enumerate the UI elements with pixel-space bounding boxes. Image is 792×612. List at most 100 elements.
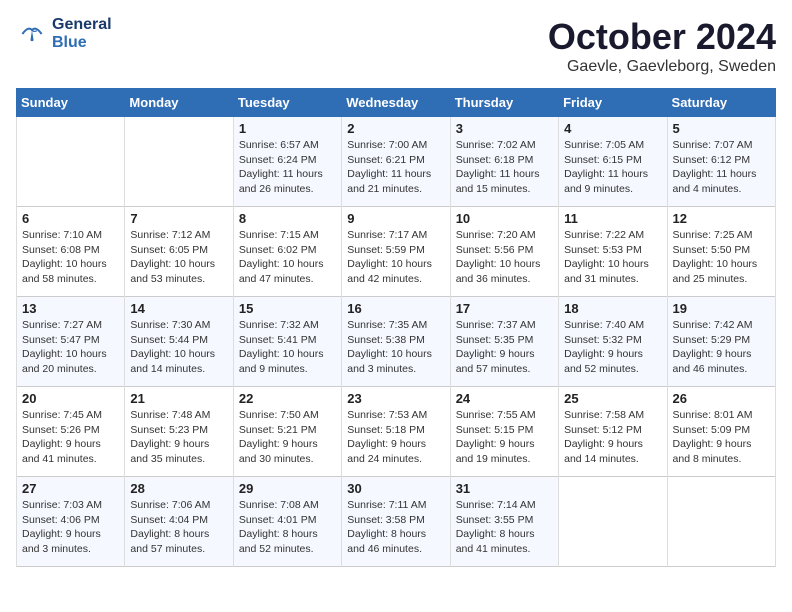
calendar-cell: 7 Sunrise: 7:12 AM Sunset: 6:05 PM Daylig… <box>125 207 233 297</box>
day-number: 25 <box>564 391 661 406</box>
day-info: Sunrise: 7:32 AM Sunset: 5:41 PM Dayligh… <box>239 318 336 377</box>
day-number: 8 <box>239 211 336 226</box>
day-info: Sunrise: 7:10 AM Sunset: 6:08 PM Dayligh… <box>22 228 119 287</box>
day-number: 24 <box>456 391 553 406</box>
calendar-week-row: 20 Sunrise: 7:45 AM Sunset: 5:26 PM Dayli… <box>17 387 776 477</box>
day-number: 29 <box>239 481 336 496</box>
day-info: Sunrise: 7:14 AM Sunset: 3:55 PM Dayligh… <box>456 498 553 557</box>
calendar-cell <box>17 117 125 207</box>
calendar-cell: 27Sunrise: 7:03 AM Sunset: 4:06 PM Dayli… <box>17 477 125 567</box>
day-info: Sunrise: 7:37 AM Sunset: 5:35 PM Dayligh… <box>456 318 553 377</box>
day-info: Sunrise: 7:11 AM Sunset: 3:58 PM Dayligh… <box>347 498 444 557</box>
day-number: 18 <box>564 301 661 316</box>
calendar-cell: 8 Sunrise: 7:15 AM Sunset: 6:02 PM Daylig… <box>233 207 341 297</box>
day-number: 7 <box>130 211 227 226</box>
weekday-header: Friday <box>559 89 667 117</box>
calendar-cell: 12 Sunrise: 7:25 AM Sunset: 5:50 PM Dayli… <box>667 207 775 297</box>
day-info: Sunrise: 8:01 AM Sunset: 5:09 PM Dayligh… <box>673 408 770 467</box>
calendar-table: SundayMondayTuesdayWednesdayThursdayFrid… <box>16 88 776 567</box>
day-number: 22 <box>239 391 336 406</box>
day-number: 12 <box>673 211 770 226</box>
day-number: 5 <box>673 121 770 136</box>
calendar-cell: 10Sunrise: 7:20 AM Sunset: 5:56 PM Dayli… <box>450 207 558 297</box>
day-info: Sunrise: 7:40 AM Sunset: 5:32 PM Dayligh… <box>564 318 661 377</box>
day-info: Sunrise: 7:35 AM Sunset: 5:38 PM Dayligh… <box>347 318 444 377</box>
logo-icon <box>16 18 48 50</box>
day-info: Sunrise: 7:22 AM Sunset: 5:53 PM Dayligh… <box>564 228 661 287</box>
day-info: Sunrise: 7:03 AM Sunset: 4:06 PM Dayligh… <box>22 498 119 557</box>
calendar-cell: 15 Sunrise: 7:32 AM Sunset: 5:41 PM Dayli… <box>233 297 341 387</box>
day-info: Sunrise: 7:05 AM Sunset: 6:15 PM Dayligh… <box>564 138 661 197</box>
day-info: Sunrise: 7:53 AM Sunset: 5:18 PM Dayligh… <box>347 408 444 467</box>
calendar-cell: 29 Sunrise: 7:08 AM Sunset: 4:01 PM Dayli… <box>233 477 341 567</box>
day-number: 2 <box>347 121 444 136</box>
day-number: 1 <box>239 121 336 136</box>
day-info: Sunrise: 6:57 AM Sunset: 6:24 PM Dayligh… <box>239 138 336 197</box>
day-info: Sunrise: 7:27 AM Sunset: 5:47 PM Dayligh… <box>22 318 119 377</box>
calendar-cell: 1 Sunrise: 6:57 AM Sunset: 6:24 PM Daylig… <box>233 117 341 207</box>
calendar-cell: 17 Sunrise: 7:37 AM Sunset: 5:35 PM Dayli… <box>450 297 558 387</box>
weekday-header: Wednesday <box>342 89 450 117</box>
calendar-cell: 9Sunrise: 7:17 AM Sunset: 5:59 PM Daylig… <box>342 207 450 297</box>
calendar-cell: 25 Sunrise: 7:58 AM Sunset: 5:12 PM Dayli… <box>559 387 667 477</box>
day-info: Sunrise: 7:30 AM Sunset: 5:44 PM Dayligh… <box>130 318 227 377</box>
weekday-header: Thursday <box>450 89 558 117</box>
calendar-cell: 5 Sunrise: 7:07 AM Sunset: 6:12 PM Daylig… <box>667 117 775 207</box>
day-info: Sunrise: 7:00 AM Sunset: 6:21 PM Dayligh… <box>347 138 444 197</box>
day-info: Sunrise: 7:07 AM Sunset: 6:12 PM Dayligh… <box>673 138 770 197</box>
day-info: Sunrise: 7:55 AM Sunset: 5:15 PM Dayligh… <box>456 408 553 467</box>
day-number: 28 <box>130 481 227 496</box>
day-number: 9 <box>347 211 444 226</box>
header: General Blue October 2024 Gaevle, Gaevle… <box>16 16 776 76</box>
calendar-week-row: 6 Sunrise: 7:10 AM Sunset: 6:08 PM Daylig… <box>17 207 776 297</box>
day-number: 3 <box>456 121 553 136</box>
day-number: 17 <box>456 301 553 316</box>
calendar-cell: 23 Sunrise: 7:53 AM Sunset: 5:18 PM Dayli… <box>342 387 450 477</box>
calendar-cell: 22Sunrise: 7:50 AM Sunset: 5:21 PM Dayli… <box>233 387 341 477</box>
calendar-cell: 24 Sunrise: 7:55 AM Sunset: 5:15 PM Dayli… <box>450 387 558 477</box>
day-number: 16 <box>347 301 444 316</box>
day-number: 30 <box>347 481 444 496</box>
day-info: Sunrise: 7:06 AM Sunset: 4:04 PM Dayligh… <box>130 498 227 557</box>
calendar-cell <box>667 477 775 567</box>
day-number: 31 <box>456 481 553 496</box>
day-info: Sunrise: 7:45 AM Sunset: 5:26 PM Dayligh… <box>22 408 119 467</box>
day-number: 26 <box>673 391 770 406</box>
title-area: October 2024 Gaevle, Gaevleborg, Sweden <box>548 16 776 76</box>
logo-text: General Blue <box>52 16 112 51</box>
calendar-cell: 30 Sunrise: 7:11 AM Sunset: 3:58 PM Dayli… <box>342 477 450 567</box>
day-info: Sunrise: 7:58 AM Sunset: 5:12 PM Dayligh… <box>564 408 661 467</box>
day-info: Sunrise: 7:42 AM Sunset: 5:29 PM Dayligh… <box>673 318 770 377</box>
day-info: Sunrise: 7:25 AM Sunset: 5:50 PM Dayligh… <box>673 228 770 287</box>
day-info: Sunrise: 7:08 AM Sunset: 4:01 PM Dayligh… <box>239 498 336 557</box>
location-subtitle: Gaevle, Gaevleborg, Sweden <box>548 58 776 76</box>
month-title: October 2024 <box>548 16 776 58</box>
calendar-week-row: 27Sunrise: 7:03 AM Sunset: 4:06 PM Dayli… <box>17 477 776 567</box>
logo: General Blue <box>16 16 112 51</box>
calendar-cell: 4 Sunrise: 7:05 AM Sunset: 6:15 PM Daylig… <box>559 117 667 207</box>
day-number: 19 <box>673 301 770 316</box>
calendar-cell: 11 Sunrise: 7:22 AM Sunset: 5:53 PM Dayli… <box>559 207 667 297</box>
day-number: 11 <box>564 211 661 226</box>
weekday-header: Monday <box>125 89 233 117</box>
calendar-cell: 14 Sunrise: 7:30 AM Sunset: 5:44 PM Dayli… <box>125 297 233 387</box>
calendar-week-row: 1 Sunrise: 6:57 AM Sunset: 6:24 PM Daylig… <box>17 117 776 207</box>
weekday-header: Sunday <box>17 89 125 117</box>
day-number: 20 <box>22 391 119 406</box>
day-number: 6 <box>22 211 119 226</box>
day-info: Sunrise: 7:02 AM Sunset: 6:18 PM Dayligh… <box>456 138 553 197</box>
calendar-cell: 16 Sunrise: 7:35 AM Sunset: 5:38 PM Dayli… <box>342 297 450 387</box>
calendar-week-row: 13Sunrise: 7:27 AM Sunset: 5:47 PM Dayli… <box>17 297 776 387</box>
calendar-cell: 2 Sunrise: 7:00 AM Sunset: 6:21 PM Daylig… <box>342 117 450 207</box>
day-info: Sunrise: 7:12 AM Sunset: 6:05 PM Dayligh… <box>130 228 227 287</box>
calendar-cell: 21Sunrise: 7:48 AM Sunset: 5:23 PM Dayli… <box>125 387 233 477</box>
day-number: 23 <box>347 391 444 406</box>
calendar-cell <box>125 117 233 207</box>
day-info: Sunrise: 7:15 AM Sunset: 6:02 PM Dayligh… <box>239 228 336 287</box>
calendar-cell: 13Sunrise: 7:27 AM Sunset: 5:47 PM Dayli… <box>17 297 125 387</box>
weekday-header: Saturday <box>667 89 775 117</box>
day-number: 15 <box>239 301 336 316</box>
day-number: 14 <box>130 301 227 316</box>
calendar-cell: 6 Sunrise: 7:10 AM Sunset: 6:08 PM Daylig… <box>17 207 125 297</box>
day-number: 4 <box>564 121 661 136</box>
